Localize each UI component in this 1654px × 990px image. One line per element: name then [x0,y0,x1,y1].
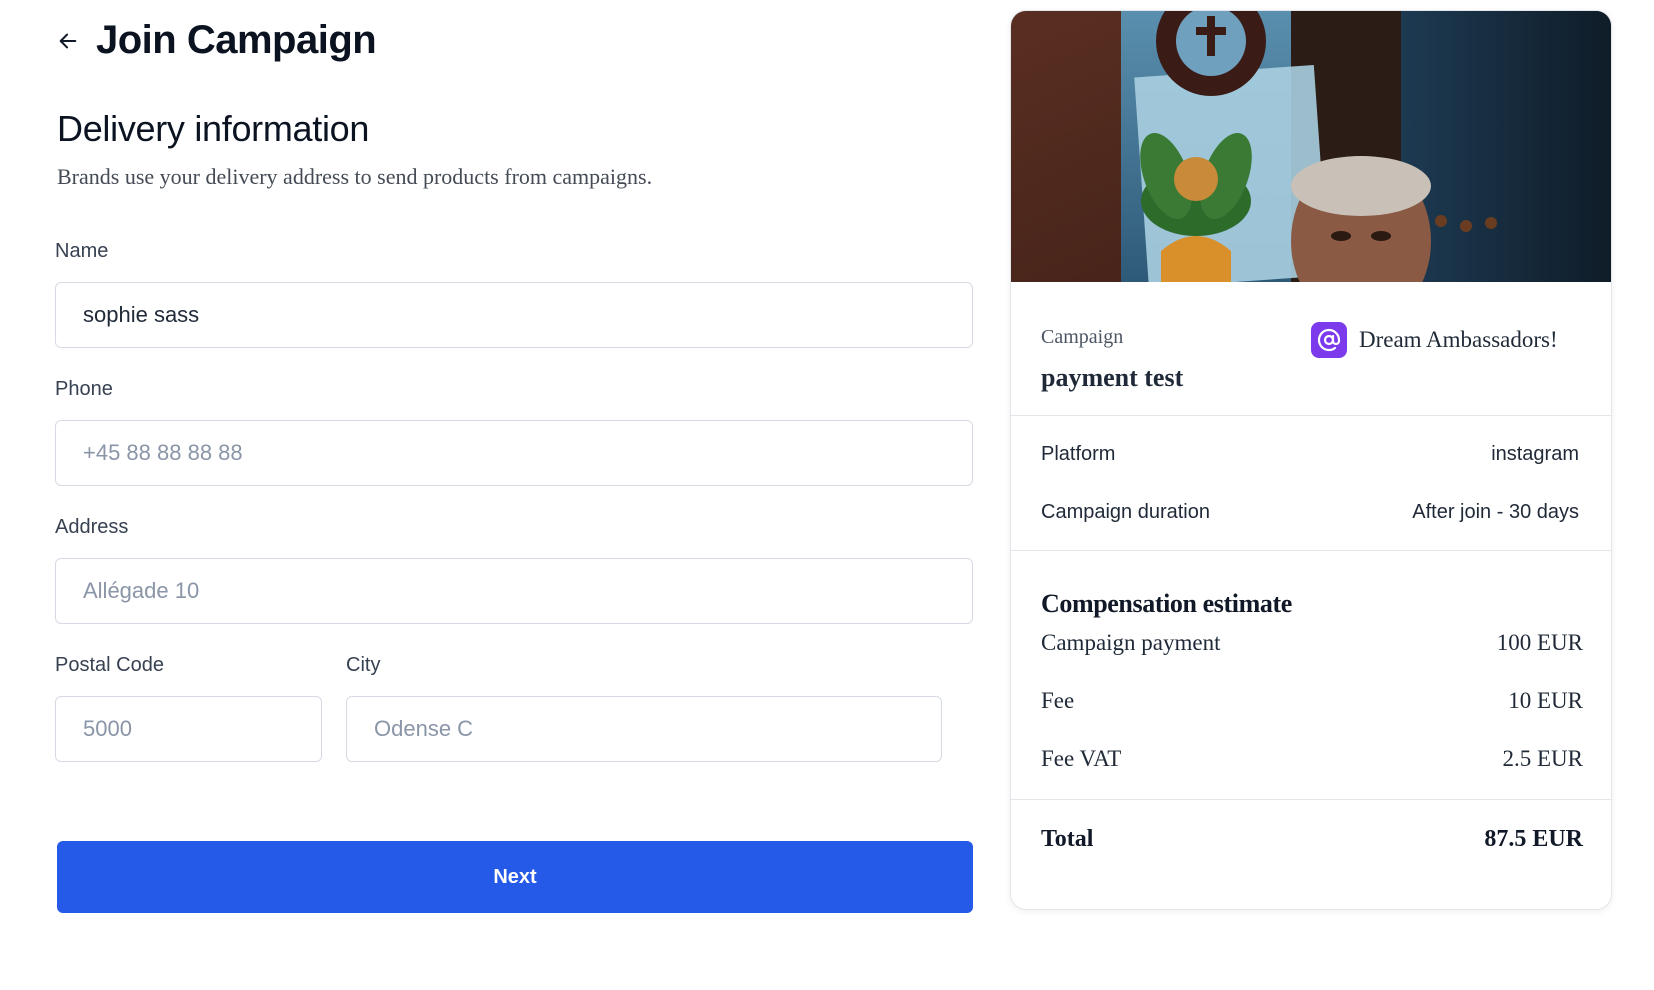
back-button[interactable] [56,29,80,53]
at-sign-icon [1311,322,1347,358]
section-subtitle: Brands use your delivery address to send… [57,164,653,189]
compensation-row: Fee VAT 2.5 EUR [1041,746,1583,772]
postal-code-input[interactable] [55,696,322,762]
postal-code-label: Postal Code [55,654,164,676]
campaign-card: Campaign payment test Dream Ambassadors!… [1010,10,1612,910]
page-title: Join Campaign [96,18,377,62]
city-label: City [346,654,381,676]
divider [1011,799,1611,800]
detail-label: Campaign duration [1041,501,1210,523]
compensation-label: Campaign payment [1041,630,1221,655]
compensation-row: Campaign payment 100 EUR [1041,630,1583,656]
detail-value: instagram [1491,443,1579,465]
total-value: 87.5 EUR [1484,826,1583,852]
compensation-label: Fee VAT [1041,746,1122,771]
compensation-title: Compensation estimate [1041,589,1292,618]
divider [1011,550,1611,551]
campaign-label: Campaign [1041,326,1124,348]
campaign-name: payment test [1041,363,1184,392]
detail-row-platform: Platform instagram [1041,443,1579,466]
compensation-row: Fee 10 EUR [1041,688,1583,714]
brand: Dream Ambassadors! [1311,322,1558,358]
compensation-value: 10 EUR [1508,688,1583,713]
city-input[interactable] [346,696,942,762]
phone-input[interactable] [55,420,973,486]
brand-name: Dream Ambassadors! [1359,327,1558,352]
detail-row-duration: Campaign duration After join - 30 days [1041,501,1579,524]
next-button[interactable]: Next [57,841,973,913]
campaign-image [1011,11,1611,282]
total-row: Total 87.5 EUR [1041,826,1583,853]
detail-value: After join - 30 days [1412,501,1579,523]
section-title: Delivery information [57,108,370,149]
name-label: Name [55,240,109,262]
arrow-left-icon [59,33,77,48]
phone-label: Phone [55,378,113,400]
divider [1011,415,1611,416]
name-input[interactable] [55,282,973,348]
page-header: Join Campaign [56,18,377,63]
total-label: Total [1041,826,1094,852]
address-input[interactable] [55,558,973,624]
compensation-label: Fee [1041,688,1075,713]
address-label: Address [55,516,129,538]
compensation-value: 2.5 EUR [1502,746,1584,771]
detail-label: Platform [1041,443,1116,465]
compensation-value: 100 EUR [1496,630,1583,655]
